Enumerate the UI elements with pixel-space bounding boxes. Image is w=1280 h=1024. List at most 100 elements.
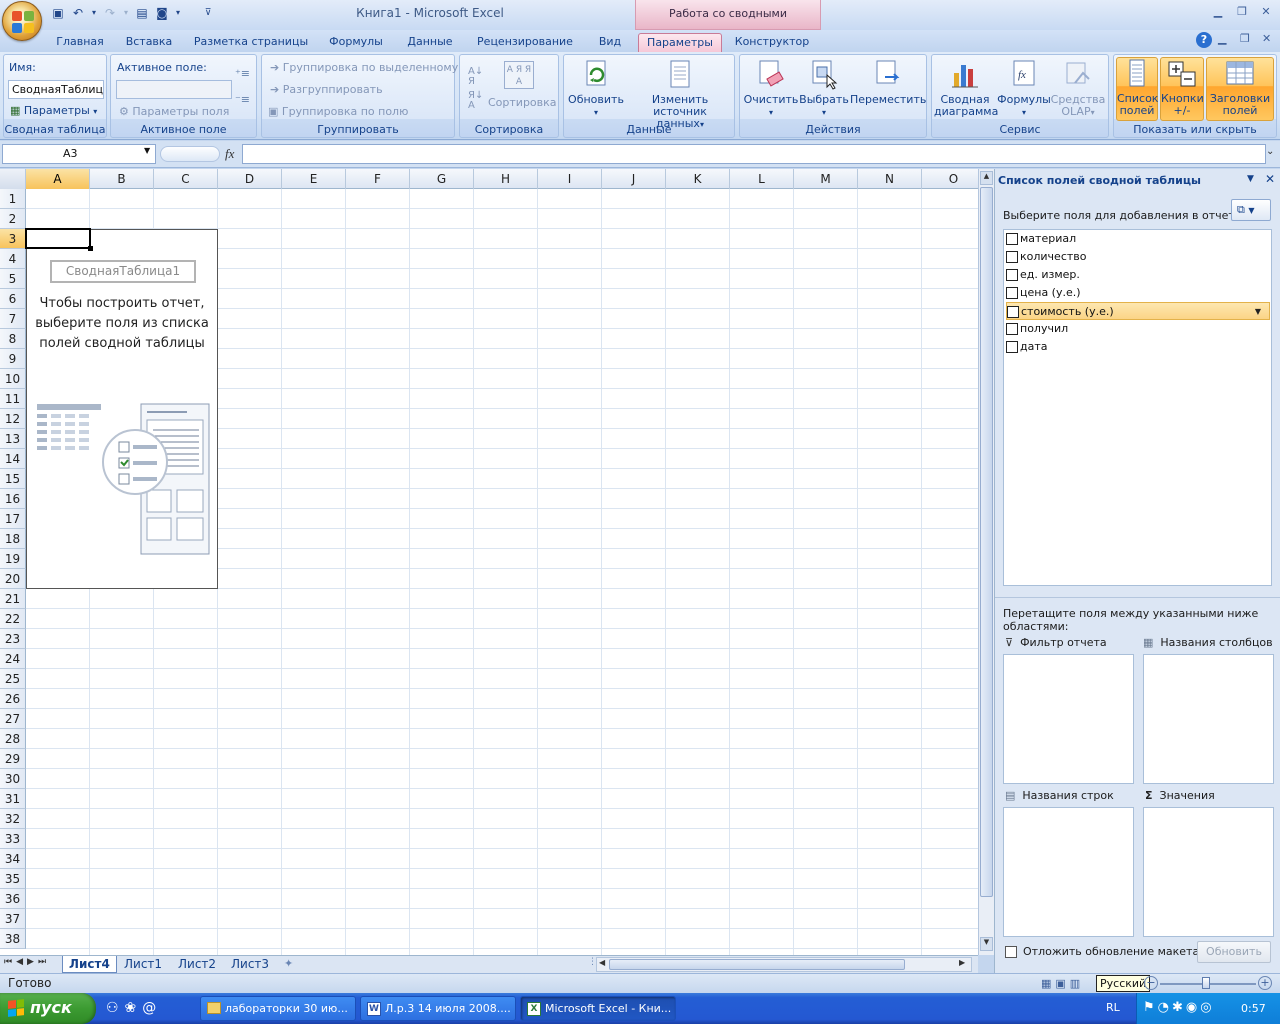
field-item[interactable]: материал	[1006, 230, 1270, 248]
column-header-f[interactable]: F	[346, 169, 410, 189]
column-header-e[interactable]: E	[282, 169, 346, 189]
sort-az-icon[interactable]: А↓ Я	[468, 67, 483, 87]
update-button[interactable]: Обновить	[1197, 941, 1271, 963]
row-header[interactable]: 21	[0, 589, 26, 609]
field-checkbox[interactable]	[1006, 233, 1018, 245]
zoom-out-icon[interactable]: −	[1144, 976, 1158, 990]
expand-field-icon[interactable]: ⁺≡	[235, 67, 250, 80]
field-params-button[interactable]: ⚙ Параметры поля	[119, 105, 229, 118]
row-header[interactable]: 36	[0, 889, 26, 909]
redo-icon[interactable]: ↷	[102, 5, 118, 21]
row-header[interactable]: 35	[0, 869, 26, 889]
active-cell-a3[interactable]	[25, 228, 91, 249]
dropdown-icon[interactable]: ▾	[122, 5, 130, 21]
tab-insert[interactable]: Вставка	[118, 33, 180, 52]
workbook-close-icon[interactable]: ✕	[1262, 32, 1278, 45]
row-header[interactable]: 11	[0, 389, 26, 409]
help-icon[interactable]: ?	[1196, 32, 1212, 48]
row-header[interactable]: 8	[0, 329, 26, 349]
column-header-a[interactable]: A	[26, 169, 90, 189]
field-checkbox[interactable]	[1006, 323, 1018, 335]
values-drop-area[interactable]	[1143, 807, 1274, 937]
name-box[interactable]: A3	[2, 144, 156, 164]
row-header[interactable]: 9	[0, 349, 26, 369]
pane-close-icon[interactable]: ✕	[1265, 172, 1275, 186]
zoom-slider-thumb[interactable]	[1202, 977, 1210, 989]
taskbar-item-word[interactable]: W Л.р.3 14 июля 2008....	[360, 996, 516, 1021]
save-icon[interactable]: ▣	[50, 5, 66, 21]
tab-formulas[interactable]: Формулы	[320, 33, 392, 52]
refresh-button[interactable]: Обновить ▾	[566, 59, 626, 121]
column-header-i[interactable]: I	[538, 169, 602, 189]
plus-minus-buttons-button[interactable]: Кнопки +/-	[1160, 57, 1204, 121]
formula-input[interactable]	[242, 144, 1266, 164]
sort-button[interactable]: Сортировка	[488, 96, 557, 109]
vertical-scrollbar[interactable]: ▲ ▼	[978, 169, 994, 955]
row-header[interactable]: 20	[0, 569, 26, 589]
field-headers-button[interactable]: Заголовки полей	[1206, 57, 1274, 121]
column-header-m[interactable]: M	[794, 169, 858, 189]
pivot-params-button[interactable]: ▦ Параметры ▾	[10, 104, 97, 117]
sort-za-icon[interactable]: Я↓ А	[468, 91, 483, 111]
scroll-right-icon[interactable]: ▶	[959, 958, 965, 967]
column-header-k[interactable]: K	[666, 169, 730, 189]
customize-qat-icon[interactable]: ⊽	[200, 5, 216, 21]
tab-home[interactable]: Главная	[50, 33, 110, 52]
workbook-restore-icon[interactable]: ❐	[1240, 32, 1258, 45]
row-header[interactable]: 19	[0, 549, 26, 569]
pivot-chart-button[interactable]: Сводная диаграмма	[934, 59, 998, 121]
row-header[interactable]: 34	[0, 849, 26, 869]
olap-tools-button[interactable]: Средства OLAP▾	[1050, 59, 1106, 121]
field-checkbox[interactable]	[1006, 341, 1018, 353]
formulas-button[interactable]: fx Формулы ▾	[996, 59, 1052, 121]
group-selection-button[interactable]: ➔ Группировка по выделенному	[270, 61, 458, 74]
sheet-tab-list1[interactable]: Лист1	[118, 956, 168, 973]
field-item-highlighted[interactable]: стоимость (у.е.) ▼	[1006, 302, 1270, 320]
row-header[interactable]: 28	[0, 729, 26, 749]
field-item[interactable]: количество	[1006, 248, 1270, 266]
field-checkbox[interactable]	[1006, 287, 1018, 299]
pivot-table-placeholder[interactable]: СводнаяТаблица1 Чтобы построить отчет, в…	[26, 229, 218, 589]
row-header[interactable]: 5	[0, 269, 26, 289]
vertical-scroll-thumb[interactable]	[980, 187, 993, 897]
row-header[interactable]: 4	[0, 249, 26, 269]
column-header-l[interactable]: L	[730, 169, 794, 189]
taskbar-item-excel[interactable]: X Microsoft Excel - Кни...	[520, 996, 676, 1021]
row-header[interactable]: 29	[0, 749, 26, 769]
select-all-corner[interactable]	[0, 169, 26, 189]
pane-splitter[interactable]	[995, 597, 1280, 601]
sheet-nav-icons[interactable]: ⏮◀▶⏭	[4, 957, 50, 967]
horizontal-scroll-thumb[interactable]	[609, 959, 905, 970]
row-header[interactable]: 13	[0, 429, 26, 449]
row-header[interactable]: 38	[0, 929, 26, 949]
field-checkbox[interactable]	[1006, 269, 1018, 281]
view-buttons-icons[interactable]: ▦▣▥	[1041, 977, 1084, 990]
tab-design[interactable]: Конструктор	[730, 33, 814, 52]
sheet-tab-list4[interactable]: Лист4	[62, 956, 117, 973]
tray-icons[interactable]: ⚑◔✱◉◎	[1143, 1000, 1215, 1015]
undo-icon[interactable]: ↶	[70, 5, 86, 21]
input-language-indicator[interactable]: RL	[1106, 1001, 1120, 1014]
horizontal-scrollbar[interactable]: ◀ ▶	[596, 957, 972, 972]
insert-function-icon[interactable]: fx	[225, 146, 234, 162]
columns-drop-area[interactable]	[1143, 654, 1274, 784]
dropdown-icon[interactable]: ▾	[90, 5, 98, 21]
scroll-down-icon[interactable]: ▼	[980, 937, 993, 951]
field-item[interactable]: ед. измер.	[1006, 266, 1270, 284]
column-header-g[interactable]: G	[410, 169, 474, 189]
name-box-dropdown-icon[interactable]: ▼	[144, 146, 150, 155]
defer-update-checkbox[interactable]	[1005, 946, 1017, 958]
row-header[interactable]: 30	[0, 769, 26, 789]
expand-formula-bar-icon[interactable]: ⌄	[1266, 146, 1274, 157]
column-header-d[interactable]: D	[218, 169, 282, 189]
close-icon[interactable]: ✕	[1254, 5, 1278, 21]
quick-launch-icons[interactable]: ⚇❀@	[106, 1000, 162, 1016]
fill-handle[interactable]	[88, 246, 93, 251]
pane-menu-icon[interactable]: ▼	[1247, 174, 1254, 184]
tab-review[interactable]: Рецензирование	[470, 33, 580, 52]
row-header[interactable]: 23	[0, 629, 26, 649]
row-header[interactable]: 32	[0, 809, 26, 829]
insert-sheet-icon[interactable]: ✦	[284, 957, 293, 970]
column-header-j[interactable]: J	[602, 169, 666, 189]
row-header[interactable]: 16	[0, 489, 26, 509]
